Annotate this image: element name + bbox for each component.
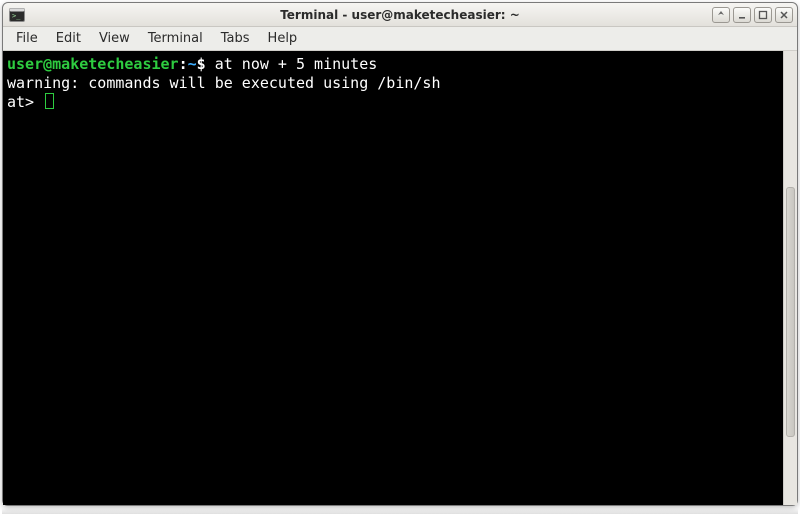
menu-view[interactable]: View <box>90 27 139 50</box>
prompt-cwd: ~ <box>188 55 197 73</box>
prompt-dollar: $ <box>197 55 206 73</box>
window-controls <box>712 7 793 23</box>
terminal-app-icon: >_ <box>9 7 25 23</box>
prompt-sep: : <box>179 55 188 73</box>
window-title: Terminal - user@maketecheasier: ~ <box>3 8 797 22</box>
terminal-area: user@maketecheasier:~$ at now + 5 minute… <box>3 51 797 505</box>
prompt-user: user <box>7 55 43 73</box>
svg-text:>_: >_ <box>12 12 21 20</box>
maximize-button[interactable] <box>754 7 772 23</box>
scrollbar-track[interactable] <box>784 51 797 505</box>
terminal-output[interactable]: user@maketecheasier:~$ at now + 5 minute… <box>3 51 783 505</box>
at-prompt: at> <box>7 93 43 111</box>
cursor-block <box>45 93 54 109</box>
scrollbar-thumb[interactable] <box>786 187 795 437</box>
menu-file[interactable]: File <box>7 27 47 50</box>
output-line: warning: commands will be executed using… <box>7 74 440 92</box>
menu-terminal[interactable]: Terminal <box>139 27 212 50</box>
bottom-shadow <box>2 508 798 514</box>
terminal-window: >_ Terminal - user@maketecheasier: ~ Fil… <box>2 2 798 506</box>
titlebar[interactable]: >_ Terminal - user@maketecheasier: ~ <box>3 3 797 27</box>
menu-help[interactable]: Help <box>259 27 307 50</box>
prompt-at: @ <box>43 55 52 73</box>
vertical-scrollbar[interactable] <box>783 51 797 505</box>
prompt-host: maketecheasier <box>52 55 178 73</box>
menubar: File Edit View Terminal Tabs Help <box>3 27 797 51</box>
menu-tabs[interactable]: Tabs <box>212 27 259 50</box>
menu-edit[interactable]: Edit <box>47 27 90 50</box>
command-text: at now + 5 minutes <box>206 55 378 73</box>
minimize-button[interactable] <box>733 7 751 23</box>
close-button[interactable] <box>775 7 793 23</box>
stick-button[interactable] <box>712 7 730 23</box>
